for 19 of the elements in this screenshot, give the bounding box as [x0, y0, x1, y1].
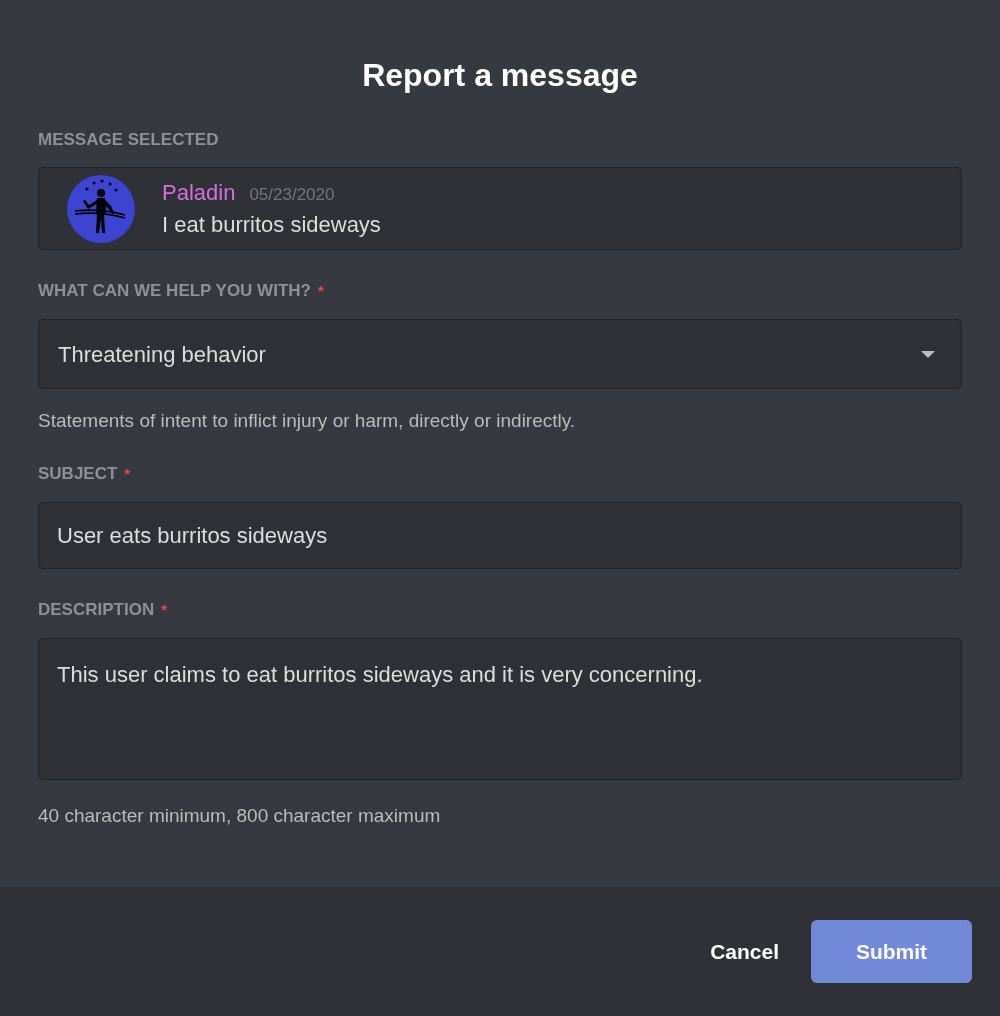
field-label: DESCRIPTION	[38, 600, 155, 620]
message-text: I eat burritos sideways	[162, 210, 381, 239]
author-name: Paladin	[162, 178, 236, 207]
required-asterisk: *	[317, 281, 324, 301]
field-label: SUBJECT	[38, 464, 118, 484]
required-asterisk: *	[161, 600, 168, 620]
message-timestamp: 05/23/2020	[249, 183, 335, 206]
help-text: 40 character minimum, 800 character maximum	[38, 804, 442, 828]
field-label: WHAT CAN WE HELP YOU WITH?	[38, 281, 311, 301]
subject-input[interactable]: User eats burritos sideways	[38, 502, 962, 569]
field-label: MESSAGE SELECTED	[38, 130, 219, 150]
help-text: Statements of intent to inflict injury or harm, directly or indirectly.	[38, 409, 577, 433]
dialog-title: Report a message	[361, 56, 639, 95]
cancel-button[interactable]: Cancel	[680, 920, 809, 983]
category-select[interactable]: Threatening behavior	[38, 319, 962, 389]
avatar-icon	[67, 174, 135, 243]
description-textarea[interactable]: This user claims to eat burritos sideways and it is very concerning.	[38, 638, 962, 780]
required-asterisk: *	[124, 464, 131, 484]
caret-down-icon	[921, 350, 935, 358]
